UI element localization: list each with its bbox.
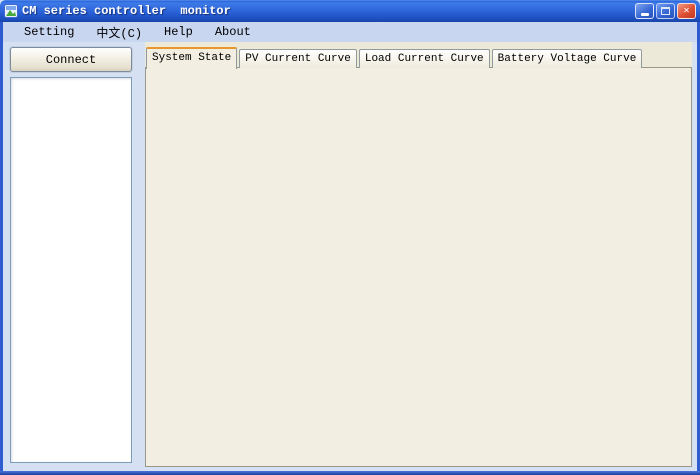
window-title: CM series controller monitor — [22, 4, 231, 18]
menu-bar: Setting 中文(C) Help About — [3, 22, 697, 42]
window-border-left — [0, 22, 3, 475]
menu-help[interactable]: Help — [153, 24, 204, 40]
title-bar: CM series controller monitor — [0, 0, 700, 22]
close-icon — [683, 5, 689, 17]
tab-strip: System State PV Current Curve Load Curre… — [146, 46, 644, 68]
maximize-icon — [661, 7, 670, 15]
tab-load-current-curve[interactable]: Load Current Curve — [359, 49, 490, 68]
tab-battery-voltage-curve[interactable]: Battery Voltage Curve — [492, 49, 643, 68]
menu-about[interactable]: About — [204, 24, 262, 40]
minimize-icon — [641, 13, 649, 16]
maximize-button[interactable] — [656, 3, 675, 19]
menu-language[interactable]: 中文(C) — [85, 23, 153, 42]
tab-pv-current-curve[interactable]: PV Current Curve — [239, 49, 357, 68]
tab-system-state[interactable]: System State — [146, 47, 237, 69]
close-button[interactable] — [677, 3, 696, 19]
message-listbox[interactable] — [10, 77, 132, 463]
connect-button[interactable]: Connect — [10, 47, 132, 72]
system-state-panel — [145, 67, 692, 467]
minimize-button[interactable] — [635, 3, 654, 19]
window-border-bottom — [0, 471, 700, 475]
menu-setting[interactable]: Setting — [13, 24, 85, 40]
app-window: CM series controller monitor Setting 中文(… — [0, 0, 700, 475]
app-icon — [4, 4, 18, 18]
window-controls — [635, 3, 696, 19]
